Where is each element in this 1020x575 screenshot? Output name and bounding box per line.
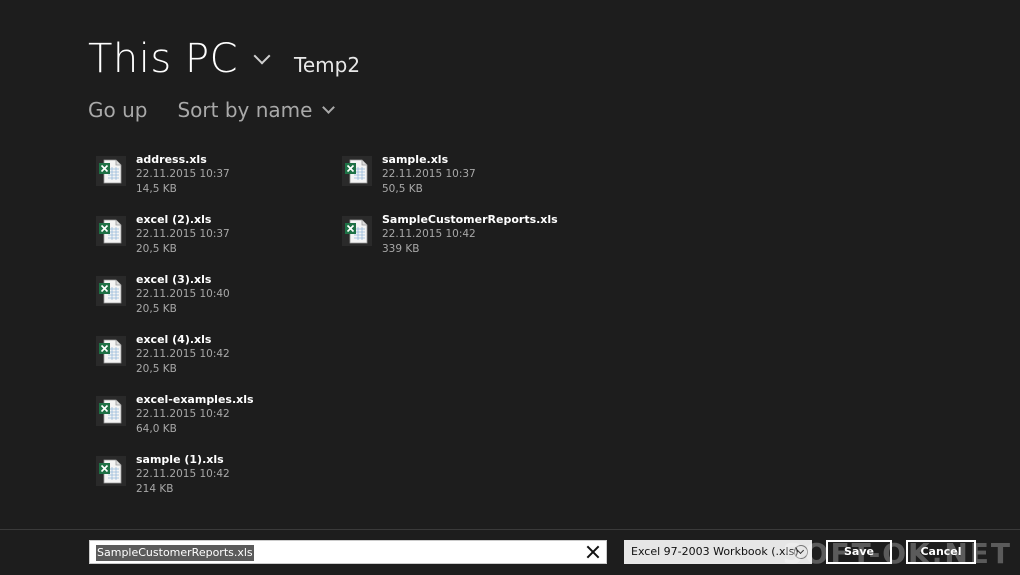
- file-date: 22.11.2015 10:40: [136, 288, 230, 300]
- file-date: 22.11.2015 10:37: [382, 168, 476, 180]
- excel-file-icon: [96, 396, 126, 426]
- file-meta: sample (1).xls 22.11.2015 10:42 214 KB: [136, 452, 230, 497]
- file-name: sample.xls: [382, 153, 449, 166]
- file-date: 22.11.2015 10:42: [382, 228, 476, 240]
- filename-field[interactable]: SampleCustomerReports.xls: [89, 540, 607, 564]
- file-date: 22.11.2015 10:42: [136, 408, 230, 420]
- file-name: excel (3).xls: [136, 273, 212, 286]
- excel-file-icon: [96, 216, 126, 246]
- file-name: sample (1).xls: [136, 453, 224, 466]
- excel-file-icon: [96, 456, 126, 486]
- file-meta: address.xls 22.11.2015 10:37 14,5 KB: [136, 152, 230, 197]
- save-bar: SampleCustomerReports.xls Excel 97-2003 …: [0, 529, 1020, 575]
- go-up-button[interactable]: Go up: [88, 98, 147, 122]
- file-date: 22.11.2015 10:37: [136, 168, 230, 180]
- file-type-dropdown[interactable]: Excel 97-2003 Workbook (.xls): [624, 540, 812, 564]
- chevron-down-icon: [253, 47, 271, 65]
- excel-file-icon: [96, 156, 126, 186]
- excel-file-icon: [342, 156, 372, 186]
- file-name: excel-examples.xls: [136, 393, 254, 406]
- file-name: address.xls: [136, 153, 207, 166]
- file-date: 22.11.2015 10:37: [136, 228, 230, 240]
- file-meta: sample.xls 22.11.2015 10:37 50,5 KB: [382, 152, 476, 197]
- location-selector[interactable]: This PC: [88, 36, 271, 82]
- file-item[interactable]: SampleCustomerReports.xls 22.11.2015 10:…: [342, 212, 582, 264]
- file-list: address.xls 22.11.2015 10:37 14,5 KB exc…: [96, 152, 656, 512]
- file-item[interactable]: sample.xls 22.11.2015 10:37 50,5 KB: [342, 152, 582, 204]
- file-size: 214 KB: [136, 483, 174, 495]
- location-title: This PC: [88, 36, 239, 82]
- excel-file-icon: [96, 276, 126, 306]
- excel-file-icon: [96, 336, 126, 366]
- file-item[interactable]: excel (2).xls 22.11.2015 10:37 20,5 KB: [96, 212, 336, 264]
- sort-selector[interactable]: Sort by name: [177, 98, 336, 122]
- dropdown-arrow-icon: [794, 545, 808, 559]
- file-item[interactable]: sample (1).xls 22.11.2015 10:42 214 KB: [96, 452, 336, 504]
- file-type-value: Excel 97-2003 Workbook (.xls): [631, 545, 799, 558]
- filename-input[interactable]: [95, 543, 575, 561]
- file-item[interactable]: excel (3).xls 22.11.2015 10:40 20,5 KB: [96, 272, 336, 324]
- file-name: excel (4).xls: [136, 333, 212, 346]
- file-date: 22.11.2015 10:42: [136, 468, 230, 480]
- file-date: 22.11.2015 10:42: [136, 348, 230, 360]
- file-item[interactable]: excel (4).xls 22.11.2015 10:42 20,5 KB: [96, 332, 336, 384]
- cancel-button[interactable]: Cancel: [906, 540, 976, 564]
- sort-label: Sort by name: [177, 98, 313, 122]
- location-header: This PC Temp2: [88, 36, 360, 86]
- clear-filename-button[interactable]: [584, 543, 602, 561]
- excel-file-icon: [342, 216, 372, 246]
- file-meta: excel (3).xls 22.11.2015 10:40 20,5 KB: [136, 272, 230, 317]
- file-size: 14,5 KB: [136, 183, 177, 195]
- file-meta: SampleCustomerReports.xls 22.11.2015 10:…: [382, 212, 558, 257]
- file-size: 339 KB: [382, 243, 420, 255]
- toolbar: Go up Sort by name: [88, 98, 336, 122]
- file-item[interactable]: address.xls 22.11.2015 10:37 14,5 KB: [96, 152, 336, 204]
- file-size: 64,0 KB: [136, 423, 177, 435]
- file-size: 20,5 KB: [136, 363, 177, 375]
- file-meta: excel-examples.xls 22.11.2015 10:42 64,0…: [136, 392, 254, 437]
- file-item[interactable]: excel-examples.xls 22.11.2015 10:42 64,0…: [96, 392, 336, 444]
- current-folder: Temp2: [294, 53, 361, 77]
- chevron-down-icon: [322, 101, 336, 114]
- file-size: 20,5 KB: [136, 243, 177, 255]
- save-button[interactable]: Save: [826, 540, 892, 564]
- file-meta: excel (4).xls 22.11.2015 10:42 20,5 KB: [136, 332, 230, 377]
- file-meta: excel (2).xls 22.11.2015 10:37 20,5 KB: [136, 212, 230, 257]
- file-name: excel (2).xls: [136, 213, 212, 226]
- file-size: 50,5 KB: [382, 183, 423, 195]
- file-size: 20,5 KB: [136, 303, 177, 315]
- file-name: SampleCustomerReports.xls: [382, 213, 558, 226]
